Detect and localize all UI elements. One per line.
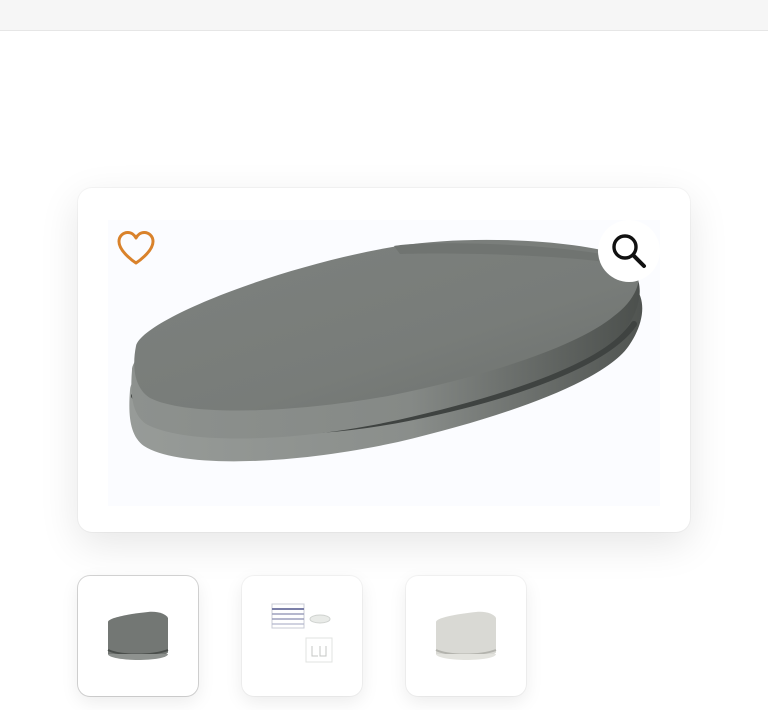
thumbnail-3[interactable] <box>406 576 526 696</box>
thumbnail-1[interactable] <box>78 576 198 696</box>
thumbnail-strip <box>78 576 538 696</box>
product-main-image[interactable] <box>108 220 660 506</box>
product-image-card <box>78 188 690 532</box>
toilet-seat-image <box>129 239 643 462</box>
magnifier-icon <box>612 234 646 268</box>
heart-icon <box>117 231 155 265</box>
thumbnail-2[interactable] <box>242 576 362 696</box>
wishlist-button[interactable] <box>114 228 158 268</box>
zoom-button[interactable] <box>598 220 660 282</box>
dimensions-diagram-thumbnail <box>271 603 333 663</box>
toilet-seat-light-grey-thumbnail <box>435 611 497 660</box>
toilet-seat-grey-thumbnail <box>107 611 169 660</box>
top-bar <box>0 0 768 31</box>
